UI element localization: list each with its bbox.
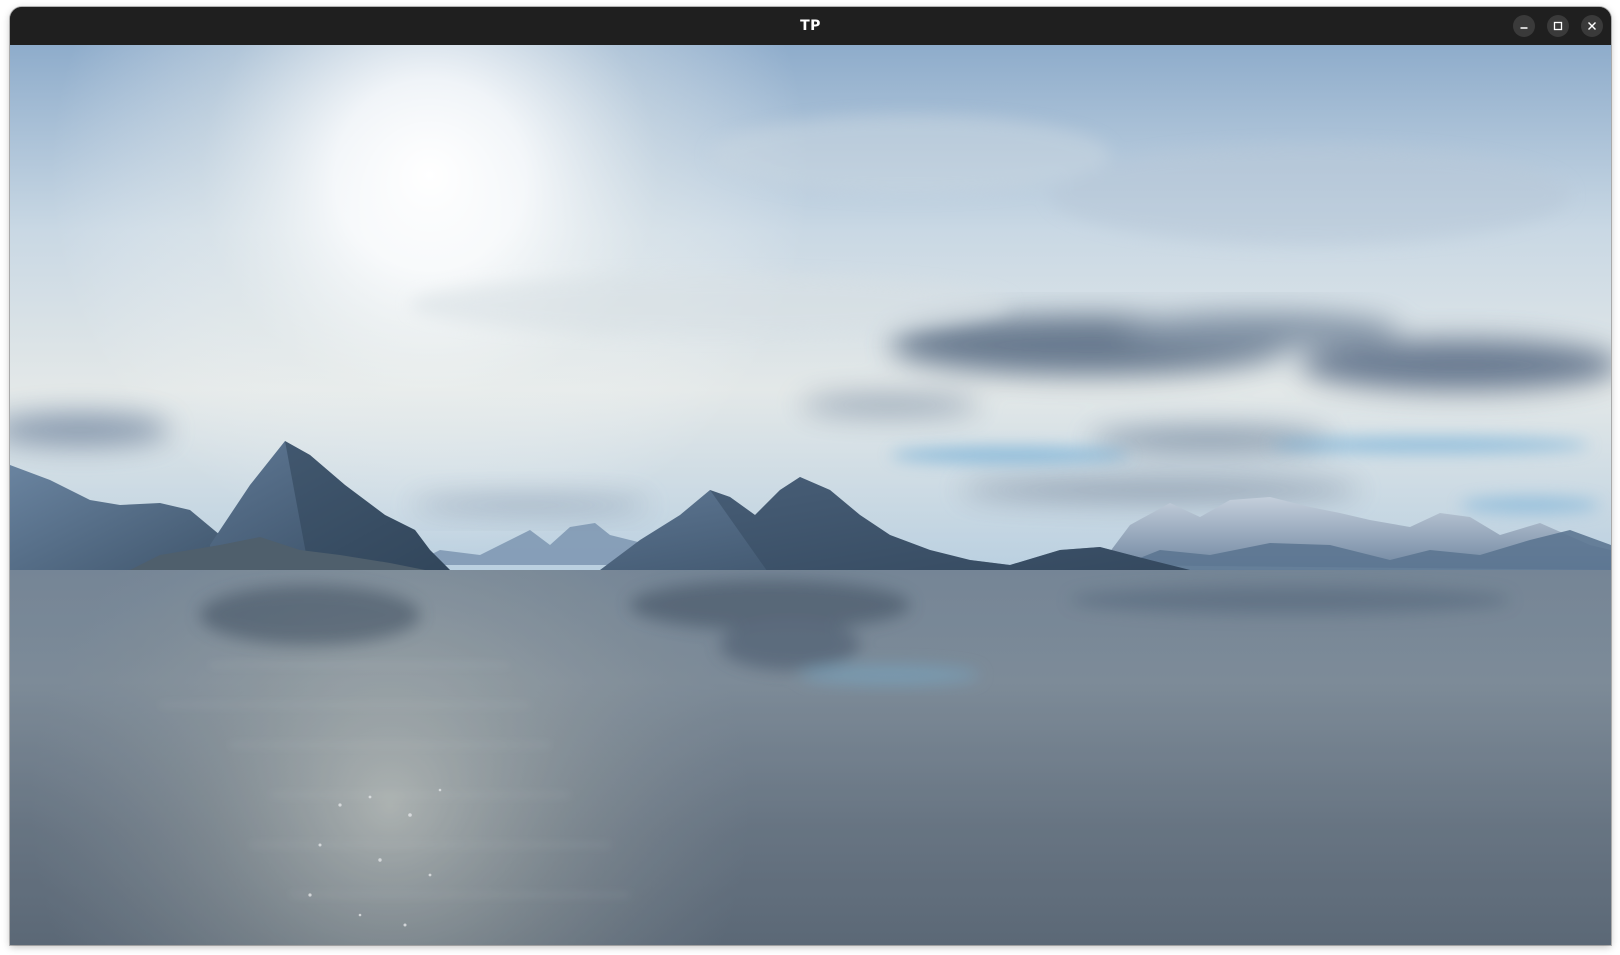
close-button[interactable] — [1581, 15, 1603, 37]
landscape-scene — [10, 45, 1611, 945]
title-bar[interactable]: TP — [10, 7, 1611, 45]
app-window: TP — [10, 7, 1611, 945]
window-title: TP — [800, 18, 821, 34]
render-viewport[interactable] — [10, 45, 1611, 945]
minimize-button[interactable] — [1513, 15, 1535, 37]
close-icon — [1588, 22, 1596, 30]
maximize-button[interactable] — [1547, 15, 1569, 37]
maximize-icon — [1553, 21, 1563, 31]
minimize-icon — [1520, 27, 1528, 29]
